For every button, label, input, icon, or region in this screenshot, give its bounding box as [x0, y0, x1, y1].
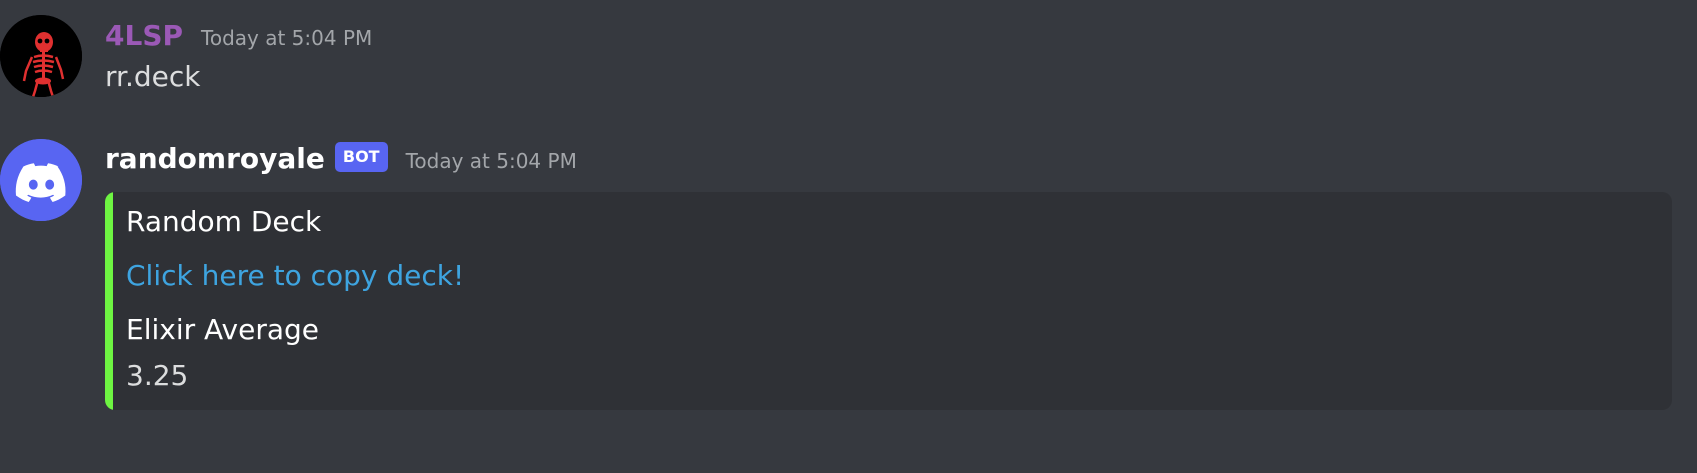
username[interactable]: randomroyale	[105, 141, 325, 177]
timestamp[interactable]: Today at 5:04 PM	[201, 26, 372, 50]
message-header: randomroyale BOT Today at 5:04 PM	[105, 141, 577, 177]
embed-card: Random Deck Click here to copy deck! Eli…	[105, 192, 1672, 410]
timestamp[interactable]: Today at 5:04 PM	[406, 149, 577, 173]
message-item: 4LSP Today at 5:04 PM rr.deck	[0, 0, 1697, 120]
embed-accent-bar	[105, 192, 113, 410]
embed-field-name: Elixir Average	[126, 313, 319, 346]
skeleton-icon	[0, 15, 82, 97]
message-item: randomroyale BOT Today at 5:04 PM Random…	[0, 124, 1697, 424]
discord-logo-icon	[0, 139, 82, 221]
embed-field-value: 3.25	[126, 359, 189, 392]
message-header: 4LSP Today at 5:04 PM	[105, 18, 372, 54]
bot-badge: BOT	[334, 142, 388, 172]
message-content: rr.deck	[105, 60, 201, 93]
username[interactable]: 4LSP	[105, 18, 183, 54]
copy-deck-link[interactable]: Click here to copy deck!	[126, 258, 464, 294]
bot-avatar[interactable]	[0, 139, 82, 221]
user-avatar[interactable]	[0, 15, 82, 97]
embed-title: Random Deck	[126, 205, 322, 238]
